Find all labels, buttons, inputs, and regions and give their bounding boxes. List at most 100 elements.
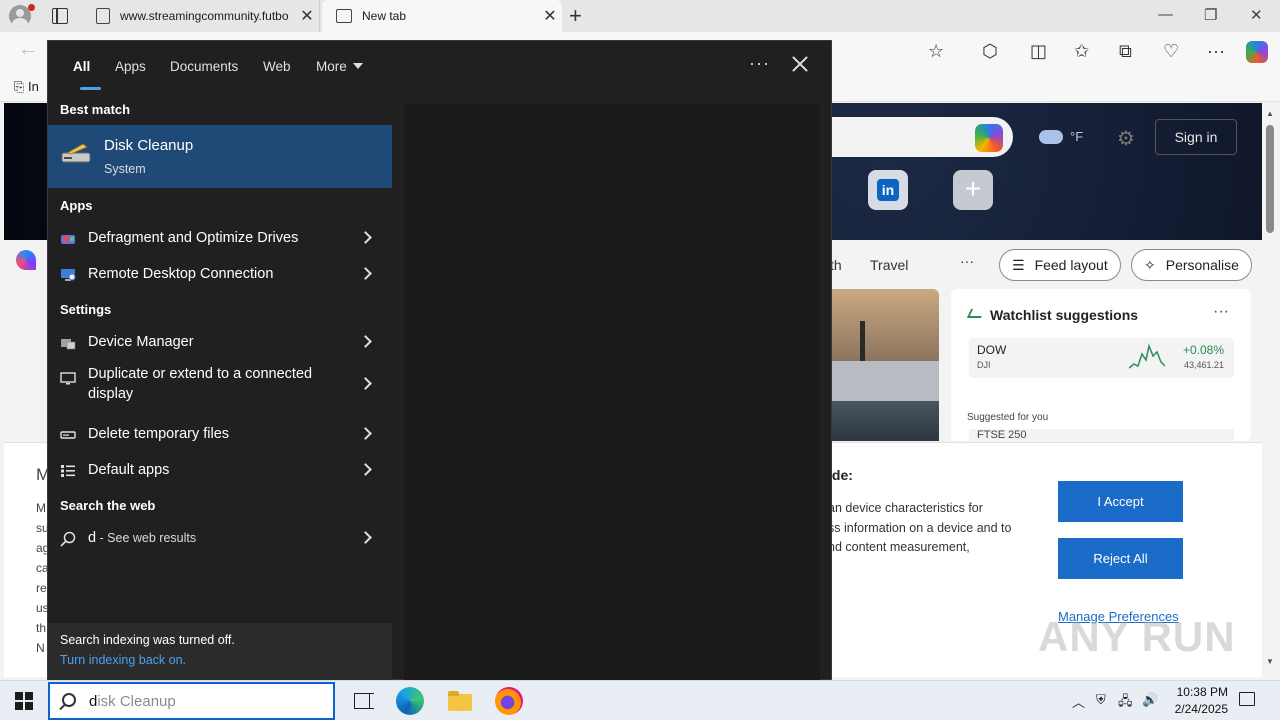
scroll-up-arrow-icon[interactable]: ▲ (1266, 109, 1274, 118)
copilot-search-icon[interactable] (975, 124, 1003, 152)
scroll-thumb[interactable] (1266, 125, 1274, 233)
copilot-icon[interactable] (1246, 41, 1268, 63)
window-close-button[interactable]: ✕ (1250, 6, 1263, 24)
cookie-left-line: re (36, 581, 47, 595)
page-settings-gear-icon[interactable]: ⚙ (1117, 126, 1135, 151)
result-defragment[interactable]: Defragment and Optimize Drives (48, 221, 392, 257)
performance-icon[interactable]: ♡ (1163, 41, 1179, 62)
network-icon[interactable]: 🖧 (1118, 692, 1133, 714)
web-suffix: - See web results (96, 531, 197, 545)
more-options-icon[interactable]: ··· (749, 53, 770, 74)
chevron-right-icon[interactable] (359, 427, 372, 440)
reject-all-button[interactable]: Reject All (1058, 538, 1183, 579)
file-explorer-icon[interactable] (446, 687, 474, 715)
new-tab-button[interactable]: + (569, 3, 582, 29)
news-card-image[interactable] (830, 289, 939, 441)
favorite-star-icon[interactable]: ☆ (928, 41, 944, 62)
stock-value: 43,461.21 (1183, 360, 1224, 370)
task-view-icon[interactable] (350, 687, 378, 715)
security-icon[interactable]: ⛨ (1096, 692, 1106, 708)
sign-in-button[interactable]: Sign in (1155, 119, 1237, 155)
favorites-bar-item[interactable]: ⎘ In (14, 79, 39, 95)
result-device-manager[interactable]: Device Manager (48, 325, 392, 361)
nav-item-travel[interactable]: Travel (870, 257, 908, 273)
split-screen-icon[interactable]: ◫ (1030, 41, 1047, 62)
scroll-down-arrow-icon[interactable]: ▼ (1266, 657, 1274, 666)
collections-icon[interactable]: ⧉ (1119, 41, 1132, 62)
weather-temperature: °F (1070, 129, 1084, 144)
chevron-right-icon[interactable] (359, 267, 372, 280)
edge-browser-icon[interactable] (396, 687, 424, 715)
windows-start-icon[interactable] (15, 692, 33, 710)
firefox-icon[interactable] (495, 687, 523, 715)
chevron-right-icon[interactable] (359, 531, 372, 544)
chimney-shape (860, 321, 865, 365)
chevron-right-icon[interactable] (359, 463, 372, 476)
best-match-title: Disk Cleanup (104, 137, 194, 154)
add-shortcut-button[interactable]: + (953, 170, 993, 210)
section-best-match: Best match (60, 102, 131, 117)
extensions-icon[interactable]: ⬡ (982, 41, 998, 62)
tab-more[interactable]: More (316, 59, 363, 74)
suggested-label: Suggested for you (967, 412, 1049, 423)
stock-row-dow[interactable]: DOW DJI +0.08% 43,461.21 (969, 338, 1234, 378)
watchlist-more-icon[interactable]: ··· (1213, 303, 1229, 321)
trend-icon (966, 309, 986, 318)
section-settings: Settings (60, 302, 112, 317)
chevron-right-icon[interactable] (359, 335, 372, 348)
show-hidden-icons-chevron-icon[interactable]: ︿ (1072, 692, 1085, 711)
page-scrollbar[interactable]: ▲ ▼ (1262, 103, 1280, 677)
tab-actions-icon[interactable] (52, 8, 68, 24)
tab-streamingcommunity[interactable]: www.streamingcommunity.futbo ✕ (84, 0, 320, 32)
weather-cloud-icon[interactable] (1039, 130, 1063, 144)
building-shape (830, 361, 939, 401)
result-label: Device Manager (88, 334, 194, 350)
accept-button[interactable]: I Accept (1058, 481, 1183, 522)
tab-close-icon[interactable]: ✕ (295, 6, 319, 26)
stock-sparkline (1129, 343, 1165, 369)
result-web-search[interactable]: d - See web results (48, 521, 392, 557)
favorites-icon[interactable]: ✩ (1074, 41, 1089, 62)
page-icon (96, 8, 110, 24)
storage-icon (60, 431, 76, 439)
nav-more-icon[interactable]: ··· (960, 253, 974, 269)
best-match-disk-cleanup[interactable]: Disk Cleanup System (48, 125, 392, 188)
settings-more-icon[interactable]: ··· (1207, 41, 1225, 62)
quick-link-linkedin[interactable]: in (868, 170, 908, 210)
stock-row-partial[interactable]: FTSE 250 (969, 429, 1234, 441)
close-icon[interactable] (788, 53, 812, 77)
tab-documents[interactable]: Documents (170, 59, 238, 74)
tab-web[interactable]: Web (263, 59, 291, 74)
chevron-right-icon[interactable] (359, 377, 372, 390)
tab-more-label: More (316, 59, 347, 74)
stock-change: +0.08% (1182, 343, 1224, 357)
chevron-right-icon[interactable] (359, 231, 372, 244)
clock[interactable]: 10:38 PM 2/24/2025 (1168, 684, 1228, 718)
cookie-left-line: th (36, 621, 47, 635)
search-icon (60, 531, 76, 547)
feed-layout-label: Feed layout (1034, 257, 1108, 273)
minimize-button[interactable]: — (1158, 6, 1173, 23)
web-query: d (88, 530, 97, 546)
sliders-icon: ☰ (1012, 256, 1025, 273)
tab-apps[interactable]: Apps (115, 59, 146, 74)
disk-cleanup-icon (61, 143, 91, 163)
clock-date: 2/24/2025 (1174, 702, 1228, 716)
feed-layout-button[interactable]: ☰ Feed layout (999, 249, 1121, 281)
profile-notification-dot (28, 4, 35, 11)
restore-button[interactable]: ❐ (1204, 6, 1217, 24)
taskbar-search-input[interactable]: disk Cleanup (48, 682, 335, 720)
tab-all[interactable]: All (73, 59, 90, 74)
tab-close-icon[interactable]: ✕ (538, 6, 562, 26)
result-duplicate-display[interactable]: Duplicate or extend to a connected displ… (48, 361, 392, 409)
personalise-button[interactable]: ✧ Personalise (1131, 249, 1252, 281)
result-remote-desktop[interactable]: Remote Desktop Connection (48, 257, 392, 293)
back-arrow-icon[interactable]: ← (18, 38, 38, 61)
msn-logo-icon[interactable] (16, 250, 36, 270)
notification-center-icon[interactable] (1239, 692, 1255, 706)
tab-new-tab[interactable]: New tab ✕ (322, 0, 562, 32)
turn-indexing-on-link[interactable]: Turn indexing back on. (60, 653, 186, 667)
result-delete-temp-files[interactable]: Delete temporary files (48, 417, 392, 453)
volume-icon[interactable]: 🔊 (1142, 692, 1158, 708)
result-default-apps[interactable]: Default apps (48, 453, 392, 489)
